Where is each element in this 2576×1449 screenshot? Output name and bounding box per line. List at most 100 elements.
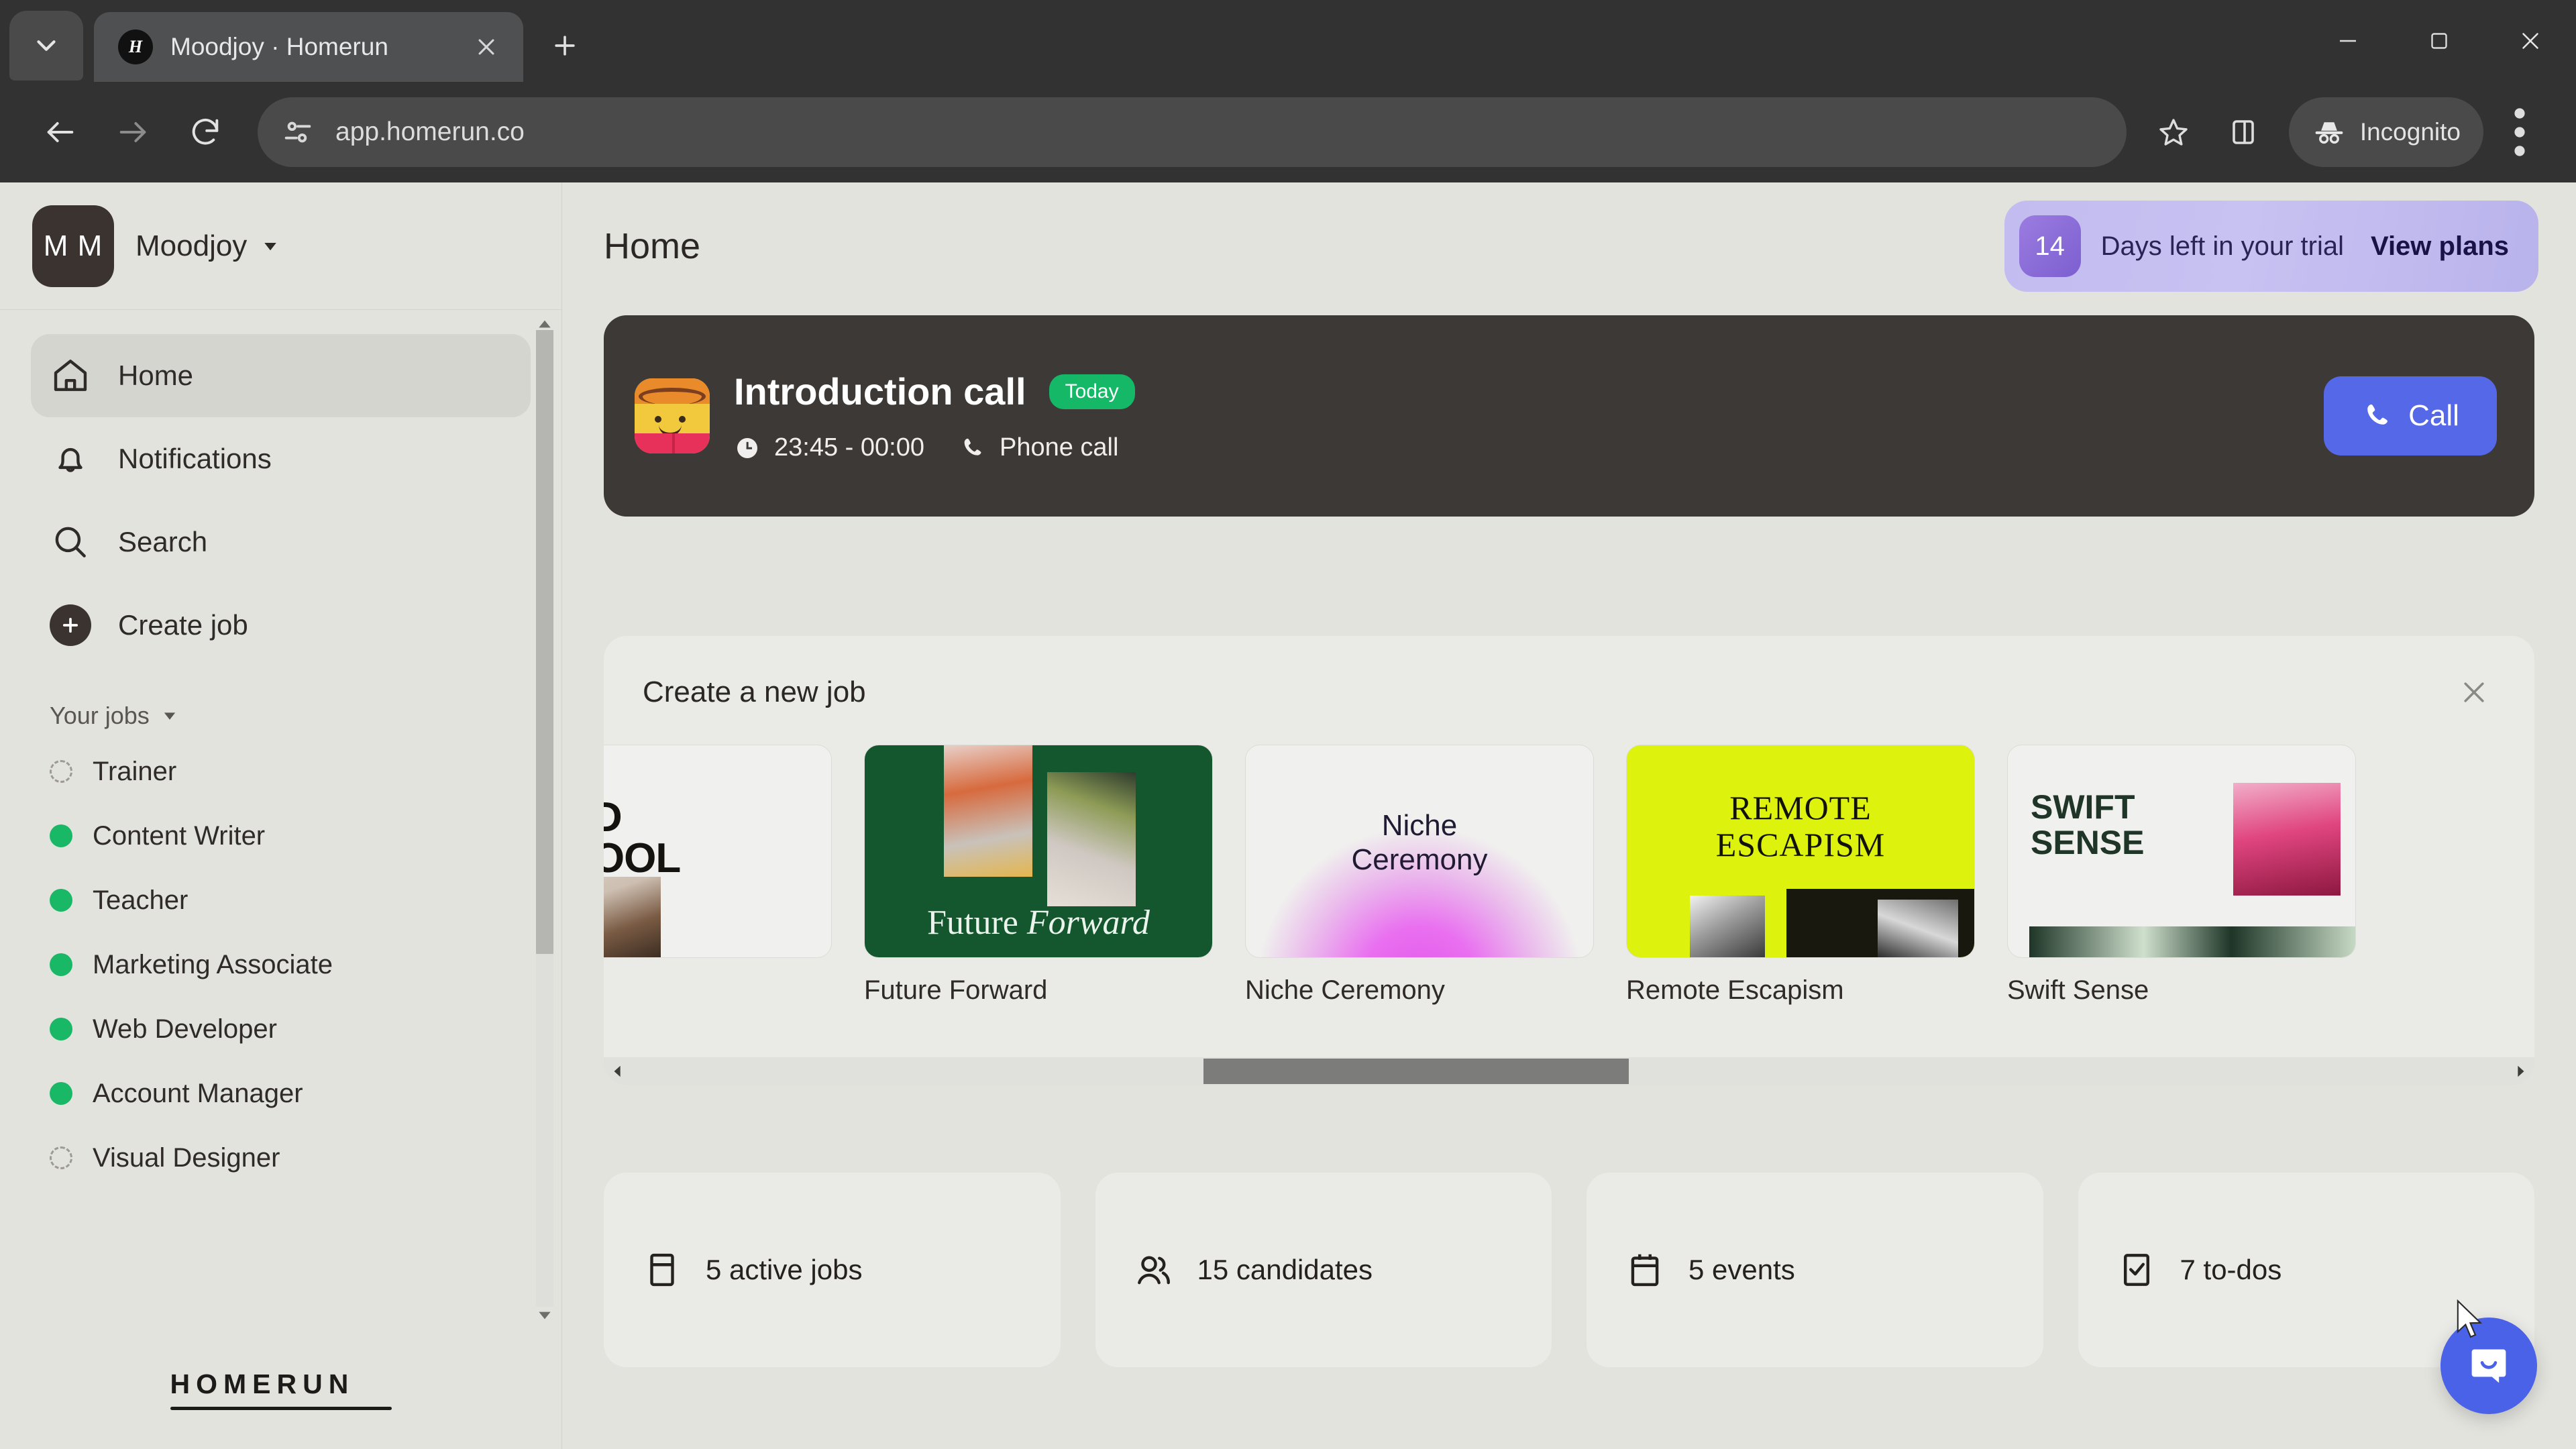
sidebar-scrollbar[interactable] bbox=[536, 310, 553, 1330]
chevron-right-icon bbox=[2518, 1065, 2524, 1077]
status-dot-live bbox=[50, 953, 72, 976]
template-photo bbox=[1878, 900, 1958, 957]
browser-toolbar: app.homerun.co Incognito bbox=[0, 82, 2576, 182]
sidebar-item-home[interactable]: Home bbox=[31, 334, 531, 417]
url-text: app.homerun.co bbox=[335, 117, 525, 146]
incognito-indicator[interactable]: Incognito bbox=[2288, 97, 2483, 167]
template-art-line2: SENSE bbox=[2031, 824, 2145, 861]
scroll-down-button[interactable] bbox=[536, 1307, 553, 1324]
minimize-window-button[interactable] bbox=[2302, 0, 2394, 82]
intercom-launcher-button[interactable] bbox=[2440, 1318, 2537, 1414]
template-name: Remote Escapism bbox=[1626, 975, 1844, 1005]
close-panel-button[interactable] bbox=[2453, 671, 2496, 714]
template-art-line1: Niche bbox=[1381, 809, 1458, 842]
stat-card-events[interactable]: 5 events bbox=[1587, 1173, 2043, 1367]
chevron-down-icon bbox=[260, 236, 280, 256]
site-settings-button[interactable] bbox=[280, 115, 315, 150]
template-photo bbox=[2029, 926, 2355, 957]
org-switcher[interactable]: M M Moodjoy bbox=[0, 182, 561, 310]
maximize-window-button[interactable] bbox=[2394, 0, 2485, 82]
content-scroll-area: Introduction call Today 23:45 - 00:00 Ph… bbox=[562, 310, 2576, 1449]
minimize-icon bbox=[2340, 40, 2356, 42]
tune-icon bbox=[284, 121, 311, 143]
checkbox-icon bbox=[2123, 1254, 2149, 1286]
maximize-icon bbox=[2431, 33, 2447, 49]
sidebar-job-item[interactable]: Content Writer bbox=[0, 804, 561, 868]
event-time: 23:45 - 00:00 bbox=[734, 433, 924, 462]
tab-search-button[interactable] bbox=[9, 11, 83, 80]
clock-icon bbox=[737, 437, 757, 458]
bell-icon bbox=[50, 438, 101, 480]
tab-strip: H Moodjoy · Homerun bbox=[0, 0, 2576, 82]
incognito-label: Incognito bbox=[2359, 118, 2461, 146]
sidebar-item-create-job[interactable]: Create job bbox=[31, 584, 531, 667]
trial-days-badge: 14 bbox=[2019, 215, 2081, 277]
template-art-line2: Ceremony bbox=[1351, 843, 1488, 877]
template-thumbnail: Future Forward bbox=[864, 745, 1213, 958]
browser-tab[interactable]: H Moodjoy · Homerun bbox=[94, 12, 523, 82]
status-badge: Today bbox=[1049, 374, 1135, 409]
call-button-label: Call bbox=[2408, 399, 2459, 432]
chevron-down-icon bbox=[37, 40, 56, 51]
upcoming-event-card[interactable]: Introduction call Today 23:45 - 00:00 Ph… bbox=[604, 315, 2534, 517]
your-jobs-toggle[interactable]: Your jobs bbox=[50, 702, 561, 730]
status-dot-draft bbox=[50, 760, 72, 783]
sidebar-job-item[interactable]: Visual Designer bbox=[0, 1126, 561, 1190]
template-card[interactable]: Future Forward Future Forward bbox=[864, 745, 1213, 1006]
event-details: Introduction call Today 23:45 - 00:00 Ph… bbox=[734, 370, 2324, 462]
address-bar[interactable]: app.homerun.co bbox=[258, 97, 2127, 167]
candidate-avatar bbox=[635, 378, 710, 453]
your-jobs-label: Your jobs bbox=[50, 702, 150, 729]
sidebar-job-item[interactable]: Account Manager bbox=[0, 1061, 561, 1126]
job-label: Teacher bbox=[93, 885, 189, 915]
phone-icon bbox=[2367, 405, 2388, 425]
sidebar-job-item[interactable]: Web Developer bbox=[0, 997, 561, 1061]
org-avatar: M M bbox=[32, 205, 114, 287]
calendar-icon bbox=[1631, 1254, 1659, 1287]
template-thumbnail: SWIFT SENSE bbox=[2007, 745, 2356, 958]
trial-banner[interactable]: 14 Days left in your trial View plans bbox=[2004, 201, 2538, 292]
template-photo bbox=[944, 745, 1032, 877]
browser-menu-button[interactable] bbox=[2487, 97, 2552, 167]
event-type-text: Phone call bbox=[999, 433, 1119, 462]
sidebar-job-item[interactable]: Teacher bbox=[0, 868, 561, 932]
template-thumbnail: BOLDSCHOOL bbox=[604, 745, 832, 958]
close-window-button[interactable] bbox=[2485, 0, 2576, 82]
scrollbar-thumb[interactable] bbox=[1203, 1059, 1629, 1084]
side-panel-button[interactable] bbox=[2208, 97, 2278, 167]
template-photo bbox=[1047, 772, 1136, 906]
reload-button[interactable] bbox=[169, 96, 241, 168]
view-plans-link[interactable]: View plans bbox=[2371, 231, 2509, 262]
forward-button[interactable] bbox=[97, 96, 169, 168]
template-horizontal-scrollbar[interactable] bbox=[604, 1057, 2534, 1085]
status-dot-live bbox=[50, 1082, 72, 1105]
sidebar-item-search[interactable]: Search bbox=[31, 500, 531, 584]
new-tab-button[interactable] bbox=[538, 19, 592, 72]
sidebar-job-item[interactable]: Marketing Associate bbox=[0, 932, 561, 997]
scrollbar-track[interactable] bbox=[632, 1057, 2506, 1085]
sidebar-item-notifications[interactable]: Notifications bbox=[31, 417, 531, 500]
close-tab-button[interactable] bbox=[466, 26, 507, 68]
chevron-left-icon bbox=[614, 1065, 621, 1077]
job-label: Web Developer bbox=[93, 1014, 277, 1044]
stat-card-candidates[interactable]: 15 candidates bbox=[1095, 1173, 1552, 1367]
status-dot-draft bbox=[50, 1146, 72, 1169]
chevron-down-icon bbox=[164, 712, 175, 720]
template-carousel[interactable]: BOLDSCHOOL Future Forward Future bbox=[604, 745, 2534, 1006]
bookmark-button[interactable] bbox=[2139, 97, 2208, 167]
stats-row: 5 active jobs 15 candidates 5 events 7 t… bbox=[604, 1173, 2534, 1367]
tab-title: Moodjoy · Homerun bbox=[170, 33, 388, 60]
template-card[interactable]: Niche Ceremony Niche Ceremony bbox=[1245, 745, 1594, 1006]
status-dot-live bbox=[50, 824, 72, 847]
back-button[interactable] bbox=[24, 96, 97, 168]
scrollbar-thumb[interactable] bbox=[536, 330, 553, 954]
template-card[interactable]: BOLDSCHOOL bbox=[604, 745, 832, 975]
job-label: Visual Designer bbox=[93, 1142, 280, 1173]
scroll-right-button[interactable] bbox=[2506, 1057, 2534, 1085]
template-card[interactable]: SWIFT SENSE Swift Sense bbox=[2007, 745, 2356, 1006]
scroll-left-button[interactable] bbox=[604, 1057, 632, 1085]
call-button[interactable]: Call bbox=[2324, 376, 2497, 455]
template-card[interactable]: REMOTE ESCAPISM Remote Escapism bbox=[1626, 745, 1975, 1006]
sidebar-job-item[interactable]: Trainer bbox=[0, 739, 561, 804]
stat-card-active-jobs[interactable]: 5 active jobs bbox=[604, 1173, 1061, 1367]
